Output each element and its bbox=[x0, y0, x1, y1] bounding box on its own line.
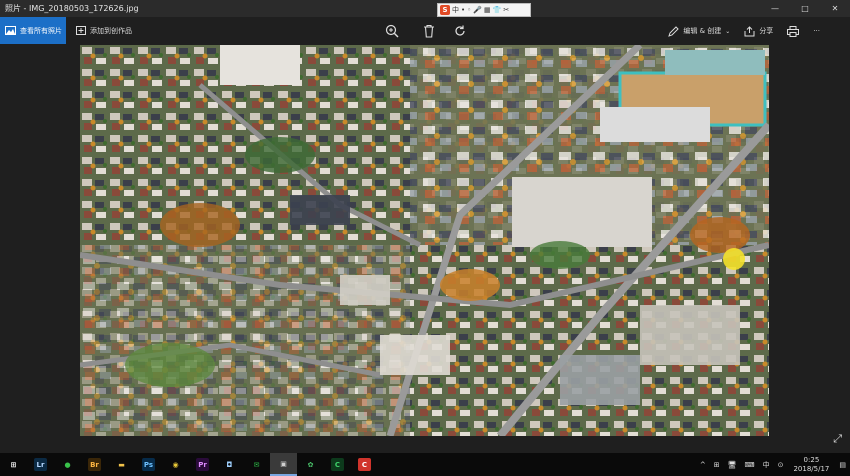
taskbar-camtasia-icon[interactable]: C bbox=[324, 453, 351, 476]
photo-viewer: ⤢ bbox=[0, 45, 850, 453]
chrome-icon: ◉ bbox=[172, 460, 179, 469]
right-toolbar: 编辑 & 创建 ⌄ 分享 ··· bbox=[668, 17, 820, 45]
taskbar-file-explorer-icon[interactable]: ▬ bbox=[108, 453, 135, 476]
taskbar-lightroom-icon[interactable]: Lr bbox=[27, 453, 54, 476]
ime-item[interactable]: • bbox=[461, 6, 465, 14]
delete-icon[interactable] bbox=[420, 22, 438, 40]
taskbar-photos-icon[interactable]: ▣ bbox=[270, 453, 297, 476]
file-explorer-icon: ▬ bbox=[118, 460, 125, 469]
lightroom-icon: Lr bbox=[34, 458, 47, 471]
ime-item[interactable]: 👕 bbox=[493, 6, 502, 14]
notification-icon[interactable]: ▤ bbox=[835, 461, 850, 469]
tray-item[interactable]: ⊞ bbox=[710, 461, 724, 469]
print-icon bbox=[787, 25, 800, 37]
start-icon: ⊞ bbox=[10, 460, 17, 469]
app-green-icon: ● bbox=[64, 460, 71, 469]
photos-icon bbox=[5, 26, 16, 35]
chevron-down-icon: ⌄ bbox=[725, 27, 731, 35]
photo-image bbox=[80, 45, 769, 436]
window-title: 照片 - IMG_20180503_172626.jpg bbox=[5, 4, 139, 13]
ime-item[interactable]: ✂ bbox=[503, 6, 509, 14]
tray-item[interactable]: ⊙ bbox=[774, 461, 788, 469]
taskbar-app-red-icon[interactable]: C bbox=[351, 453, 378, 476]
sogou-logo-icon: S bbox=[440, 5, 450, 15]
wechat-icon: ✉ bbox=[253, 460, 260, 469]
system-tray: ^ ⊞ 🖥 ⌨ 中 ⊙ 0:25 2018/5/17 ▤ bbox=[696, 453, 850, 476]
clock-time: 0:25 bbox=[803, 455, 820, 464]
tray-chevron-icon[interactable]: ^ bbox=[696, 461, 710, 469]
windows-taskbar: ⊞ Lr ● Br ▬ Ps ◉ Pr ◘ ✉ ▣ ✿ C C ^ ⊞ 🖥 ⌨ 中 ⊙ 0:25 2018… bbox=[0, 453, 850, 476]
taskbar-app-green-icon[interactable]: ● bbox=[54, 453, 81, 476]
photos-toolbar: 查看所有照片 添加到创作品 编辑 & 创建 ⌄ 分享 ··· bbox=[0, 17, 850, 45]
camtasia-icon: C bbox=[331, 458, 344, 471]
ime-item[interactable]: 中 bbox=[452, 5, 459, 15]
tray-item[interactable]: 🖥 bbox=[724, 461, 741, 469]
edit-create-label: 编辑 & 创建 bbox=[683, 27, 722, 35]
clock-date: 2018/5/17 bbox=[793, 464, 830, 473]
tray-item[interactable]: ⌨ bbox=[740, 461, 758, 469]
ime-item[interactable]: ▦ bbox=[484, 6, 491, 14]
clock[interactable]: 0:25 2018/5/17 bbox=[787, 456, 835, 474]
edit-icon bbox=[668, 25, 680, 37]
share-button[interactable]: 分享 bbox=[744, 25, 774, 37]
zoom-icon[interactable] bbox=[383, 22, 401, 40]
app-colorful-icon: ✿ bbox=[307, 460, 314, 469]
minimize-button[interactable]: — bbox=[760, 0, 790, 17]
add-photo-icon bbox=[76, 26, 86, 35]
close-button[interactable]: ✕ bbox=[820, 0, 850, 17]
ime-toolbar[interactable]: S 中 • ◦ 🎤 ▦ 👕 ✂ bbox=[437, 3, 531, 17]
print-button[interactable] bbox=[787, 25, 800, 37]
tray-item[interactable]: 中 bbox=[759, 460, 774, 470]
taskbar-wechat-icon[interactable]: ✉ bbox=[243, 453, 270, 476]
cursor-highlight bbox=[723, 248, 745, 270]
maximize-button[interactable]: □ bbox=[790, 0, 820, 17]
fullscreen-expand-icon[interactable]: ⤢ bbox=[833, 432, 842, 446]
share-icon bbox=[744, 25, 755, 36]
ime-item[interactable]: ◦ bbox=[467, 6, 471, 14]
more-button[interactable]: ··· bbox=[813, 27, 820, 35]
taskbar-app-white-icon[interactable]: ◘ bbox=[216, 453, 243, 476]
share-label: 分享 bbox=[759, 27, 774, 35]
taskbar-photoshop-icon[interactable]: Ps bbox=[135, 453, 162, 476]
edit-create-button[interactable]: 编辑 & 创建 ⌄ bbox=[668, 25, 731, 37]
title-bar: 照片 - IMG_20180503_172626.jpg — □ ✕ bbox=[0, 0, 850, 17]
taskbar-bridge-icon[interactable]: Br bbox=[81, 453, 108, 476]
premiere-icon: Pr bbox=[196, 458, 209, 471]
rotate-icon[interactable] bbox=[451, 22, 469, 40]
aerial-town-photo bbox=[80, 45, 769, 436]
view-all-photos-button[interactable]: 查看所有照片 bbox=[0, 17, 66, 44]
add-to-creation-label: 添加到创作品 bbox=[90, 26, 132, 35]
taskbar-apps: ⊞ Lr ● Br ▬ Ps ◉ Pr ◘ ✉ ▣ ✿ C C bbox=[0, 453, 378, 476]
taskbar-chrome-icon[interactable]: ◉ bbox=[162, 453, 189, 476]
ime-item[interactable]: 🎤 bbox=[473, 6, 482, 14]
photos-icon: ▣ bbox=[280, 459, 287, 468]
view-all-label: 查看所有照片 bbox=[20, 26, 62, 35]
taskbar-start-icon[interactable]: ⊞ bbox=[0, 453, 27, 476]
taskbar-app-colorful-icon[interactable]: ✿ bbox=[297, 453, 324, 476]
taskbar-premiere-icon[interactable]: Pr bbox=[189, 453, 216, 476]
bridge-icon: Br bbox=[88, 458, 101, 471]
window-controls: — □ ✕ bbox=[760, 0, 850, 17]
add-to-creation-button[interactable]: 添加到创作品 bbox=[76, 17, 132, 44]
app-white-icon: ◘ bbox=[226, 460, 233, 469]
more-icon: ··· bbox=[813, 27, 820, 35]
app-red-icon: C bbox=[358, 458, 371, 471]
photoshop-icon: Ps bbox=[142, 458, 155, 471]
